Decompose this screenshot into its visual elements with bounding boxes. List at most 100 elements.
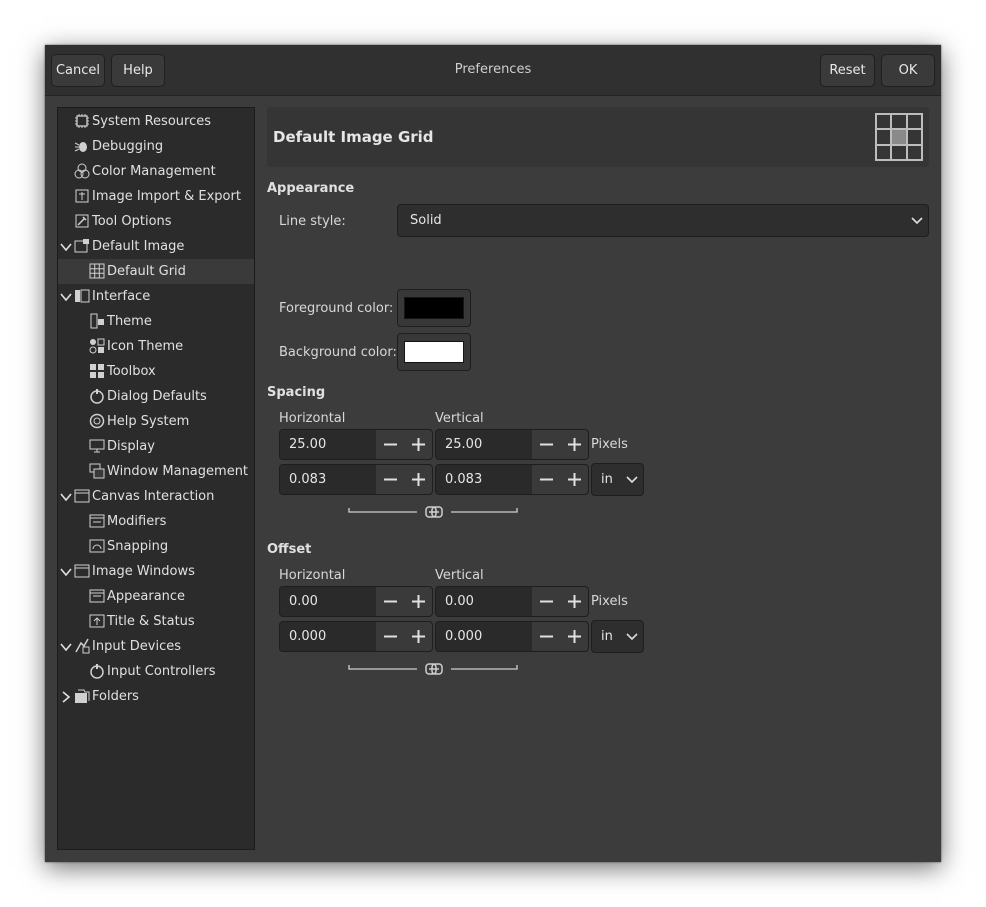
offset-horizontal-inch-input[interactable]: 0.000 xyxy=(280,622,376,651)
offset-vertical-pixels-spinner[interactable]: 0.00 xyxy=(435,586,589,617)
sidebar-item-label: System Resources xyxy=(92,114,211,129)
offset-vertical-inch-input[interactable]: 0.000 xyxy=(436,622,532,651)
sidebar-item-display[interactable]: Display xyxy=(58,434,254,459)
sidebar-item-label: Interface xyxy=(92,289,151,304)
sidebar-item-interface[interactable]: Interface xyxy=(58,284,254,309)
sidebar-item-debugging[interactable]: Debugging xyxy=(58,134,254,159)
foreground-color-swatch xyxy=(404,297,464,319)
increment-button[interactable] xyxy=(405,622,432,651)
sidebar-item-icon-theme[interactable]: Icon Theme xyxy=(58,334,254,359)
increment-button[interactable] xyxy=(561,430,588,459)
spacing-horizontal-inch-spinner[interactable]: 0.083 xyxy=(279,464,433,495)
sidebar-item-system-resources[interactable]: System Resources xyxy=(58,109,254,134)
sidebar-item-image-import-export[interactable]: Image Import & Export xyxy=(58,184,254,209)
sidebar-item-label: Default Image xyxy=(92,239,185,254)
window-title: Preferences xyxy=(454,62,532,77)
sidebar-item-image-windows[interactable]: Image Windows xyxy=(58,559,254,584)
sidebar-item-label: Help System xyxy=(107,414,190,429)
decrement-button[interactable] xyxy=(533,430,560,459)
sidebar-item-label: Snapping xyxy=(107,539,169,554)
sidebar-item-input-controllers[interactable]: Input Controllers xyxy=(58,659,254,684)
spacing-vertical-inch-input[interactable]: 0.083 xyxy=(436,465,532,494)
sidebar-item-modifiers[interactable]: Modifiers xyxy=(58,509,254,534)
spacing-vertical-pixels-spinner[interactable]: 25.00 xyxy=(435,429,589,460)
offset-vertical-label: Vertical xyxy=(435,568,484,583)
minus-icon xyxy=(384,443,397,446)
sidebar-item-help-system[interactable]: Help System xyxy=(58,409,254,434)
chevron-down-icon[interactable] xyxy=(60,641,72,653)
sidebar-item-input-devices[interactable]: Input Devices xyxy=(58,634,254,659)
sidebar-item-color-management[interactable]: Color Management xyxy=(58,159,254,184)
plus-icon xyxy=(412,473,425,486)
chevron-down-icon[interactable] xyxy=(60,566,72,578)
sidebar-item-folders[interactable]: Folders xyxy=(58,684,254,709)
chain-link-icon[interactable] xyxy=(347,504,521,520)
preferences-window: Cancel Help Preferences Reset OK System … xyxy=(45,45,941,862)
help-button[interactable]: Help xyxy=(111,54,165,87)
cancel-button[interactable]: Cancel xyxy=(51,54,105,87)
offset-horizontal-pixels-input[interactable]: 0.00 xyxy=(280,587,376,616)
spacing-horizontal-pixels-spinner[interactable]: 25.00 xyxy=(279,429,433,460)
plus-icon xyxy=(412,630,425,643)
spacing-unit-select[interactable]: in xyxy=(591,463,644,496)
sidebar-item-default-grid[interactable]: Default Grid xyxy=(58,259,254,284)
sidebar-item-title-status[interactable]: Title & Status xyxy=(58,609,254,634)
decrement-button[interactable] xyxy=(377,465,404,494)
spacing-horizontal-pixels-input[interactable]: 25.00 xyxy=(280,430,376,459)
chevron-down-icon xyxy=(911,217,923,225)
decrement-button[interactable] xyxy=(533,465,560,494)
sidebar-item-canvas-interaction[interactable]: Canvas Interaction xyxy=(58,484,254,509)
spacing-section-title: Spacing xyxy=(267,385,326,400)
reset-button[interactable]: Reset xyxy=(820,54,875,87)
offset-horizontal-inch-spinner[interactable]: 0.000 xyxy=(279,621,433,652)
spacing-horizontal-label: Horizontal xyxy=(279,411,346,426)
sidebar-item-label: Dialog Defaults xyxy=(107,389,207,404)
increment-button[interactable] xyxy=(405,465,432,494)
sidebar-item-appearance[interactable]: Appearance xyxy=(58,584,254,609)
decrement-button[interactable] xyxy=(533,587,560,616)
sidebar-item-dialog-defaults[interactable]: Dialog Defaults xyxy=(58,384,254,409)
increment-button[interactable] xyxy=(561,465,588,494)
line-style-select[interactable]: Solid xyxy=(397,204,929,237)
sidebar-item-theme[interactable]: Theme xyxy=(58,309,254,334)
offset-horizontal-pixels-spinner[interactable]: 0.00 xyxy=(279,586,433,617)
dialog-defaults-icon xyxy=(90,389,104,404)
chevron-down-icon[interactable] xyxy=(60,291,72,303)
decrement-button[interactable] xyxy=(377,430,404,459)
foreground-color-button[interactable] xyxy=(397,289,471,327)
page-title: Default Image Grid xyxy=(273,128,434,146)
spacing-horizontal-inch-input[interactable]: 0.083 xyxy=(280,465,376,494)
plus-icon xyxy=(412,438,425,451)
plus-icon xyxy=(568,595,581,608)
sidebar-item-snapping[interactable]: Snapping xyxy=(58,534,254,559)
spacing-vertical-inch-spinner[interactable]: 0.083 xyxy=(435,464,589,495)
ok-button[interactable]: OK xyxy=(881,54,935,87)
chain-link-icon[interactable] xyxy=(347,661,521,677)
offset-vertical-inch-spinner[interactable]: 0.000 xyxy=(435,621,589,652)
decrement-button[interactable] xyxy=(533,622,560,651)
plus-icon xyxy=(568,473,581,486)
sidebar-item-window-management[interactable]: Window Management xyxy=(58,459,254,484)
chevron-down-icon[interactable] xyxy=(60,491,72,503)
chevron-right-icon[interactable] xyxy=(60,691,72,703)
category-tree[interactable]: System Resources Debugging Color Managemen… xyxy=(57,107,255,850)
sidebar-item-default-image[interactable]: Default Image xyxy=(58,234,254,259)
sidebar-item-label: Display xyxy=(107,439,155,454)
sidebar-item-tool-options[interactable]: Tool Options xyxy=(58,209,254,234)
spacing-vertical-pixels-input[interactable]: 25.00 xyxy=(436,430,532,459)
increment-button[interactable] xyxy=(405,430,432,459)
decrement-button[interactable] xyxy=(377,622,404,651)
minus-icon xyxy=(540,600,553,603)
chevron-down-icon[interactable] xyxy=(60,241,72,253)
sidebar-item-toolbox[interactable]: Toolbox xyxy=(58,359,254,384)
decrement-button[interactable] xyxy=(377,587,404,616)
increment-button[interactable] xyxy=(561,622,588,651)
background-color-button[interactable] xyxy=(397,333,471,371)
offset-unit-select[interactable]: in xyxy=(591,620,644,653)
increment-button[interactable] xyxy=(561,587,588,616)
title-bar: Cancel Help Preferences Reset OK xyxy=(45,45,941,96)
increment-button[interactable] xyxy=(405,587,432,616)
offset-vertical-pixels-input[interactable]: 0.00 xyxy=(436,587,532,616)
sidebar-item-label: Canvas Interaction xyxy=(92,489,215,504)
icon-theme-icon xyxy=(89,338,105,354)
